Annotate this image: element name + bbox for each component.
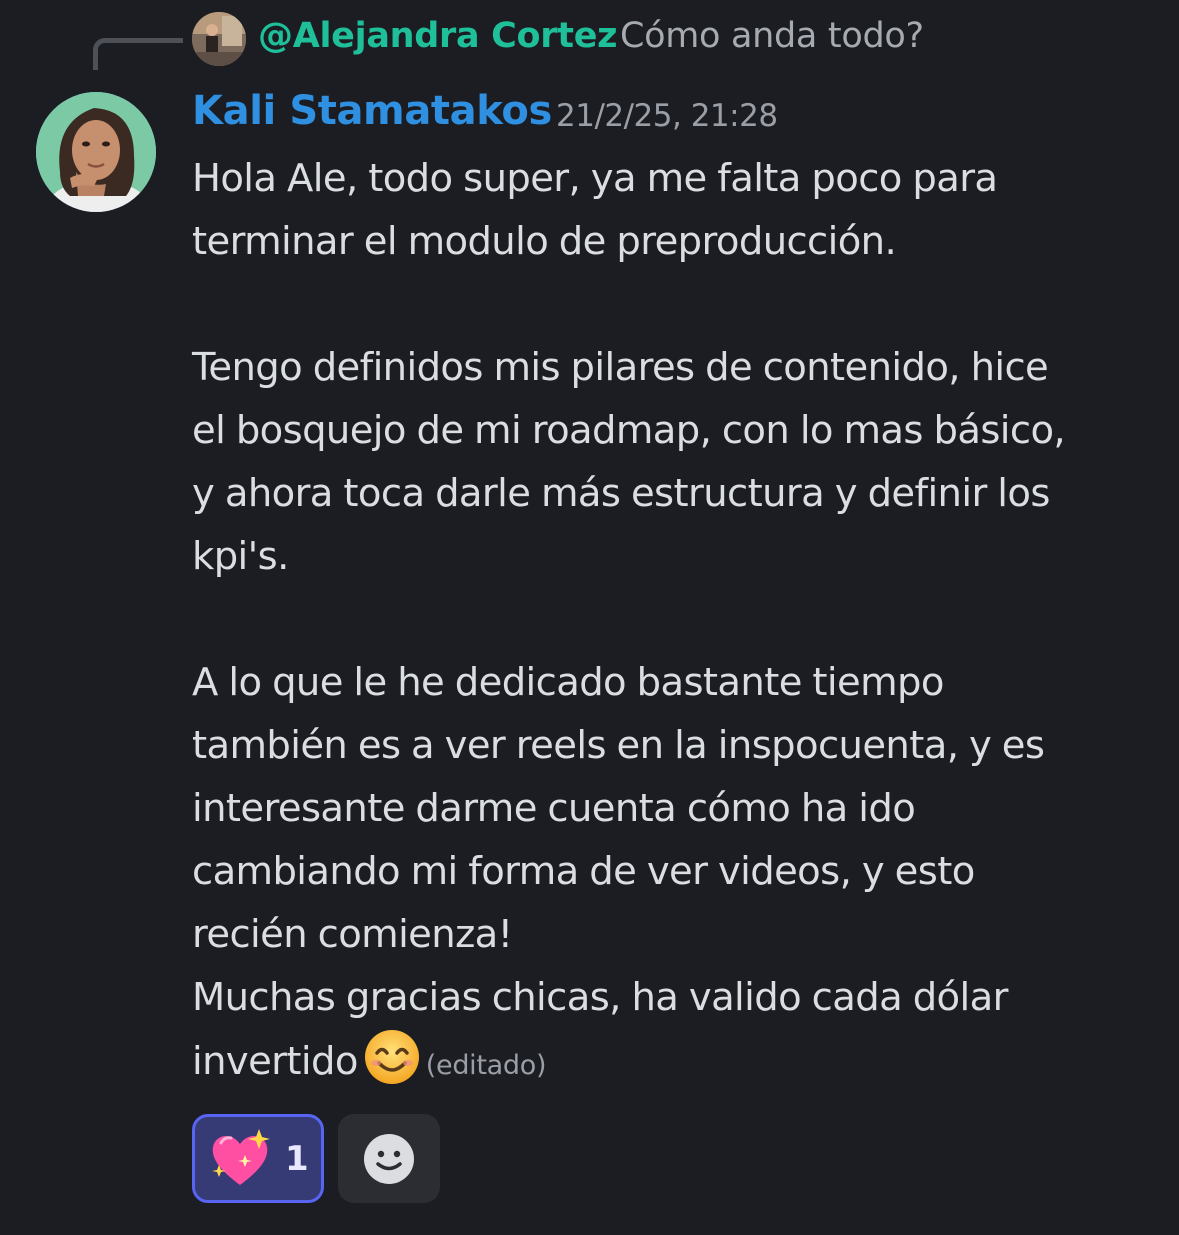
add-reaction-button[interactable] [338,1114,440,1203]
message-line: cambiando mi forma de ver videos, y esto [192,849,975,894]
reply-avatar[interactable] [192,12,246,66]
reaction-count: 1 [285,1138,309,1179]
reply-connector [93,38,183,70]
message-line: invertido [192,1039,358,1084]
smiling-face-icon [364,1029,420,1085]
sparkling-heart-icon [212,1128,270,1185]
message-line: Muchas gracias chicas, ha valido cada dó… [192,975,1008,1020]
message-line: recién comienza! [192,912,513,957]
reply-preview-text[interactable]: Cómo anda todo? [620,16,924,56]
message-line: terminar el modulo de preproducción. [192,219,897,264]
reply-author[interactable]: @Alejandra Cortez [258,16,618,56]
message-line: interesante darme cuenta cómo ha ido [192,786,916,831]
message-last-line: invertido (editado) [192,1029,1152,1097]
message-line: el bosquejo de mi roadmap, con lo mas bá… [192,408,1066,453]
message-line: también es a ver reels en la inspocuenta… [192,723,1045,768]
message-body: Hola Ale, todo super, ya me falta poco p… [192,147,1152,1097]
message-line: A lo que le he dedicado bastante tiempo [192,660,944,705]
reaction-sparkling-heart[interactable]: 1 [192,1114,324,1203]
message-line: kpi's. [192,534,289,579]
edited-label: (editado) [425,1050,547,1081]
message-line: y ahora toca darle más estructura y defi… [192,471,1050,516]
message-line: Hola Ale, todo super, ya me falta poco p… [192,156,998,201]
avatar[interactable] [36,92,156,212]
add-reaction-icon [364,1133,414,1184]
message-author[interactable]: Kali Stamatakos [192,88,552,134]
message-line: Tengo definidos mis pilares de contenido… [192,345,1049,390]
message-timestamp: 21/2/25, 21:28 [556,98,778,134]
reactions-bar: 1 [192,1114,440,1203]
